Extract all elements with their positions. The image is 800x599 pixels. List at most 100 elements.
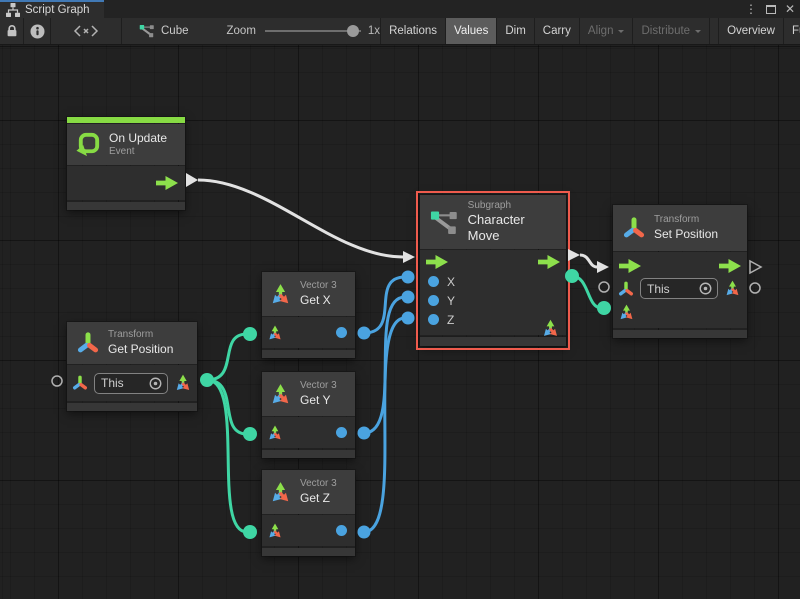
toolbar-separator (121, 18, 122, 44)
target-icon[interactable] (698, 281, 713, 296)
node-title: Set Position (654, 227, 718, 242)
node-footer (67, 403, 197, 411)
menu-icon[interactable]: ⋮ (745, 0, 757, 18)
node-title: Character Move (468, 212, 556, 245)
lock-button[interactable] (0, 18, 23, 44)
this-object-field[interactable]: This (94, 373, 168, 394)
flow-wire-onupdate-to-charactermove[interactable] (186, 173, 415, 263)
transform-icon (621, 215, 647, 241)
port-label: Z (447, 313, 454, 327)
distribute-dropdown[interactable]: Distribute (632, 18, 709, 44)
toolbar-separator (709, 18, 718, 44)
node-get-y[interactable]: Vector 3 Get Y (262, 372, 355, 458)
node-body (262, 515, 355, 546)
script-graph-window: Script Graph ⋮ ✕ Cube Zoom (0, 0, 800, 599)
overview-button[interactable]: Overview (718, 18, 783, 44)
flow-output-port[interactable] (538, 255, 560, 269)
node-get-position[interactable]: Transform Get Position This (67, 322, 197, 411)
zoom-slider[interactable] (265, 25, 361, 37)
node-title: On Update (109, 131, 167, 146)
zoom-label: Zoom (227, 25, 256, 37)
this-port-indicator (599, 282, 609, 292)
node-title: Get X (300, 293, 337, 308)
node-body: X Y Z (420, 250, 566, 335)
transform-input-port-icon[interactable] (71, 374, 89, 392)
subgraph-icon (430, 209, 459, 236)
node-footer (262, 450, 355, 458)
node-header[interactable]: Transform Set Position (613, 205, 747, 251)
vector3-icon (268, 382, 293, 407)
node-header[interactable]: Vector 3 Get X (262, 272, 355, 316)
event-color-bar (67, 117, 185, 123)
maximize-icon[interactable] (766, 5, 776, 14)
graph-name: Cube (161, 25, 189, 37)
value-output-port[interactable] (336, 525, 347, 536)
vector3-output-port-icon[interactable] (540, 318, 561, 339)
node-header[interactable]: Vector 3 Get Y (262, 372, 355, 416)
node-footer (613, 330, 747, 338)
transform-input-port-icon[interactable] (617, 280, 635, 298)
node-subtitle: Vector 3 (300, 478, 337, 491)
vector3-input-port-icon[interactable] (266, 324, 284, 342)
flow-input-port[interactable] (619, 259, 641, 273)
node-body (262, 417, 355, 448)
close-icon[interactable]: ✕ (785, 0, 795, 18)
event-icon (75, 131, 102, 158)
zoom-slider-knob[interactable] (347, 25, 359, 37)
value-output-port[interactable] (336, 427, 347, 438)
dim-button[interactable]: Dim (496, 18, 533, 44)
vector3-input-port-icon[interactable] (266, 424, 284, 442)
tab-strip: Script Graph ⋮ ✕ (0, 0, 800, 18)
port-row-x: X (420, 272, 566, 291)
value-wire-endpoints-blue[interactable] (358, 271, 415, 539)
node-subtitle: Subgraph (468, 200, 556, 213)
vector3-output-port-icon[interactable] (173, 373, 193, 393)
target-icon[interactable] (148, 376, 163, 391)
value-out-indicator (750, 283, 760, 293)
value-input-port-x[interactable] (428, 276, 439, 287)
node-set-position[interactable]: Transform Set Position This (613, 205, 747, 338)
align-dropdown[interactable]: Align (579, 18, 633, 44)
node-header[interactable]: Subgraph Character Move (420, 195, 566, 249)
port-label: X (447, 275, 455, 289)
node-header[interactable]: Vector 3 Get Z (262, 470, 355, 514)
node-footer (262, 548, 355, 556)
flow-output-port[interactable] (156, 176, 178, 190)
vector3-output-port-icon[interactable] (723, 279, 742, 298)
value-output-port[interactable] (336, 327, 347, 338)
node-character-move[interactable]: Subgraph Character Move X Y (420, 195, 566, 346)
info-button[interactable] (24, 18, 50, 44)
node-header[interactable]: On Update Event (67, 124, 185, 165)
graph-canvas[interactable]: On Update Event Transform Get Position (0, 45, 800, 599)
graph-breadcrumb[interactable]: Cube (139, 18, 189, 44)
node-on-update[interactable]: On Update Event (67, 117, 185, 210)
node-title: Get Position (108, 342, 173, 357)
tab-script-graph[interactable]: Script Graph (0, 0, 104, 18)
carry-button[interactable]: Carry (534, 18, 579, 44)
edit-script-button[interactable] (51, 18, 121, 44)
graph-icon (139, 24, 155, 38)
this-port-indicator (52, 376, 62, 386)
node-get-x[interactable]: Vector 3 Get X (262, 272, 355, 358)
node-title: Get Z (300, 491, 337, 506)
node-body: This (613, 252, 747, 328)
node-header[interactable]: Transform Get Position (67, 322, 197, 364)
value-input-port-z[interactable] (428, 314, 439, 325)
flow-wire-charactermove-to-setposition[interactable] (568, 249, 609, 273)
vector3-input-port-icon[interactable] (617, 303, 636, 322)
vector3-input-port-icon[interactable] (266, 522, 284, 540)
node-body (67, 166, 185, 200)
node-get-z[interactable]: Vector 3 Get Z (262, 470, 355, 556)
relations-button[interactable]: Relations (380, 18, 445, 44)
this-object-field[interactable]: This (640, 278, 718, 299)
node-subtitle: Vector 3 (300, 380, 337, 393)
flow-input-port[interactable] (426, 255, 448, 269)
value-wires-blue[interactable] (364, 277, 405, 532)
lock-icon (5, 24, 19, 38)
values-button[interactable]: Values (445, 18, 496, 44)
value-input-port-y[interactable] (428, 295, 439, 306)
flow-output-port[interactable] (719, 259, 741, 273)
full-screen-button[interactable]: Full Screen (783, 18, 800, 44)
vector3-icon (268, 282, 293, 307)
vector3-icon (268, 480, 293, 505)
